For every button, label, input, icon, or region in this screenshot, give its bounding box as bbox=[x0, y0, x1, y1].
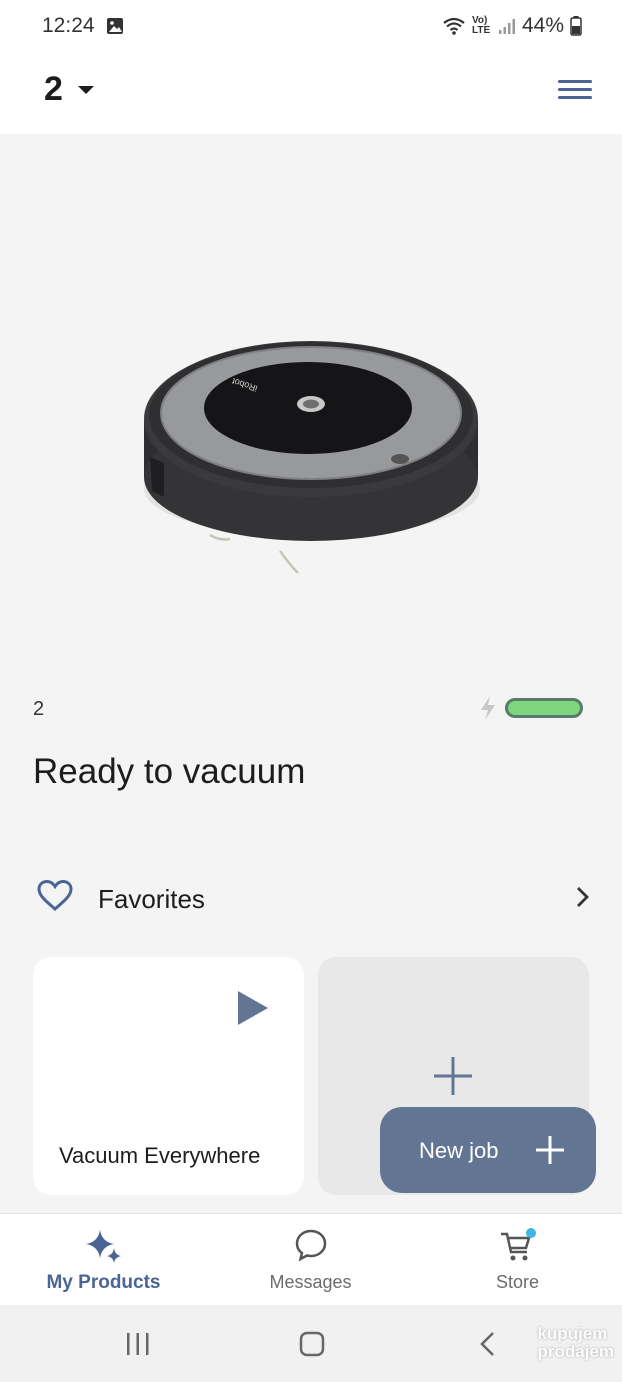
nav-my-products[interactable]: My Products bbox=[0, 1214, 207, 1306]
wifi-icon bbox=[443, 17, 465, 35]
robot-vacuum-image: iRobot bbox=[144, 341, 480, 574]
nav-label-my-products: My Products bbox=[46, 1272, 161, 1293]
store-notification-dot bbox=[525, 1228, 536, 1238]
chat-bubble-icon bbox=[295, 1229, 326, 1262]
watermark: kupujem prodajem bbox=[537, 1324, 614, 1361]
new-job-label: New job bbox=[419, 1138, 499, 1163]
recents-icon[interactable] bbox=[125, 1331, 151, 1357]
charging-bolt-icon bbox=[481, 696, 495, 720]
nav-label-messages: Messages bbox=[269, 1272, 352, 1292]
favorite-job-card[interactable]: Vacuum Everywhere bbox=[33, 957, 304, 1195]
plus-icon bbox=[434, 1057, 472, 1095]
back-icon[interactable] bbox=[478, 1331, 496, 1357]
system-nav: kupujem prodajem bbox=[0, 1305, 622, 1382]
battery-icon bbox=[570, 16, 582, 36]
status-indicators: Vo) LTE 44% bbox=[442, 14, 582, 38]
favorites-row[interactable]: Favorites bbox=[0, 868, 622, 928]
lte-indicator: Vo) LTE bbox=[471, 15, 491, 36]
image-notification-icon bbox=[107, 18, 123, 34]
robot-hero: iRobot bbox=[0, 134, 622, 674]
robot-name: 2 bbox=[44, 70, 63, 108]
robot-status-text: Ready to vacuum bbox=[33, 752, 306, 791]
signal-icon bbox=[498, 19, 515, 34]
caret-down-icon bbox=[78, 86, 94, 94]
status-bar: 12:24 Vo) LTE 44% bbox=[0, 0, 622, 54]
app-header: 2 bbox=[0, 54, 622, 134]
favorites-label: Favorites bbox=[98, 884, 205, 914]
play-icon[interactable] bbox=[236, 989, 270, 1027]
plus-icon bbox=[536, 1136, 564, 1164]
battery-percent: 44% bbox=[521, 14, 564, 37]
battery-level-bar bbox=[505, 698, 583, 718]
home-icon[interactable] bbox=[299, 1331, 325, 1357]
cart-icon bbox=[500, 1228, 536, 1261]
menu-icon[interactable] bbox=[558, 76, 594, 104]
robot-label: 2 bbox=[33, 698, 45, 720]
heart-icon bbox=[37, 880, 73, 911]
nav-label-store: Store bbox=[495, 1272, 540, 1292]
status-time: 12:24 bbox=[42, 14, 95, 37]
nav-messages[interactable]: Messages bbox=[207, 1214, 414, 1306]
nav-store[interactable]: Store bbox=[414, 1214, 621, 1306]
bottom-nav: My Products Messages Store bbox=[0, 1213, 622, 1305]
new-job-button[interactable]: New job bbox=[380, 1107, 596, 1193]
chevron-right-icon[interactable] bbox=[576, 886, 590, 908]
job-label: Vacuum Everywhere bbox=[59, 1143, 261, 1168]
sparkle-icon bbox=[85, 1230, 121, 1263]
